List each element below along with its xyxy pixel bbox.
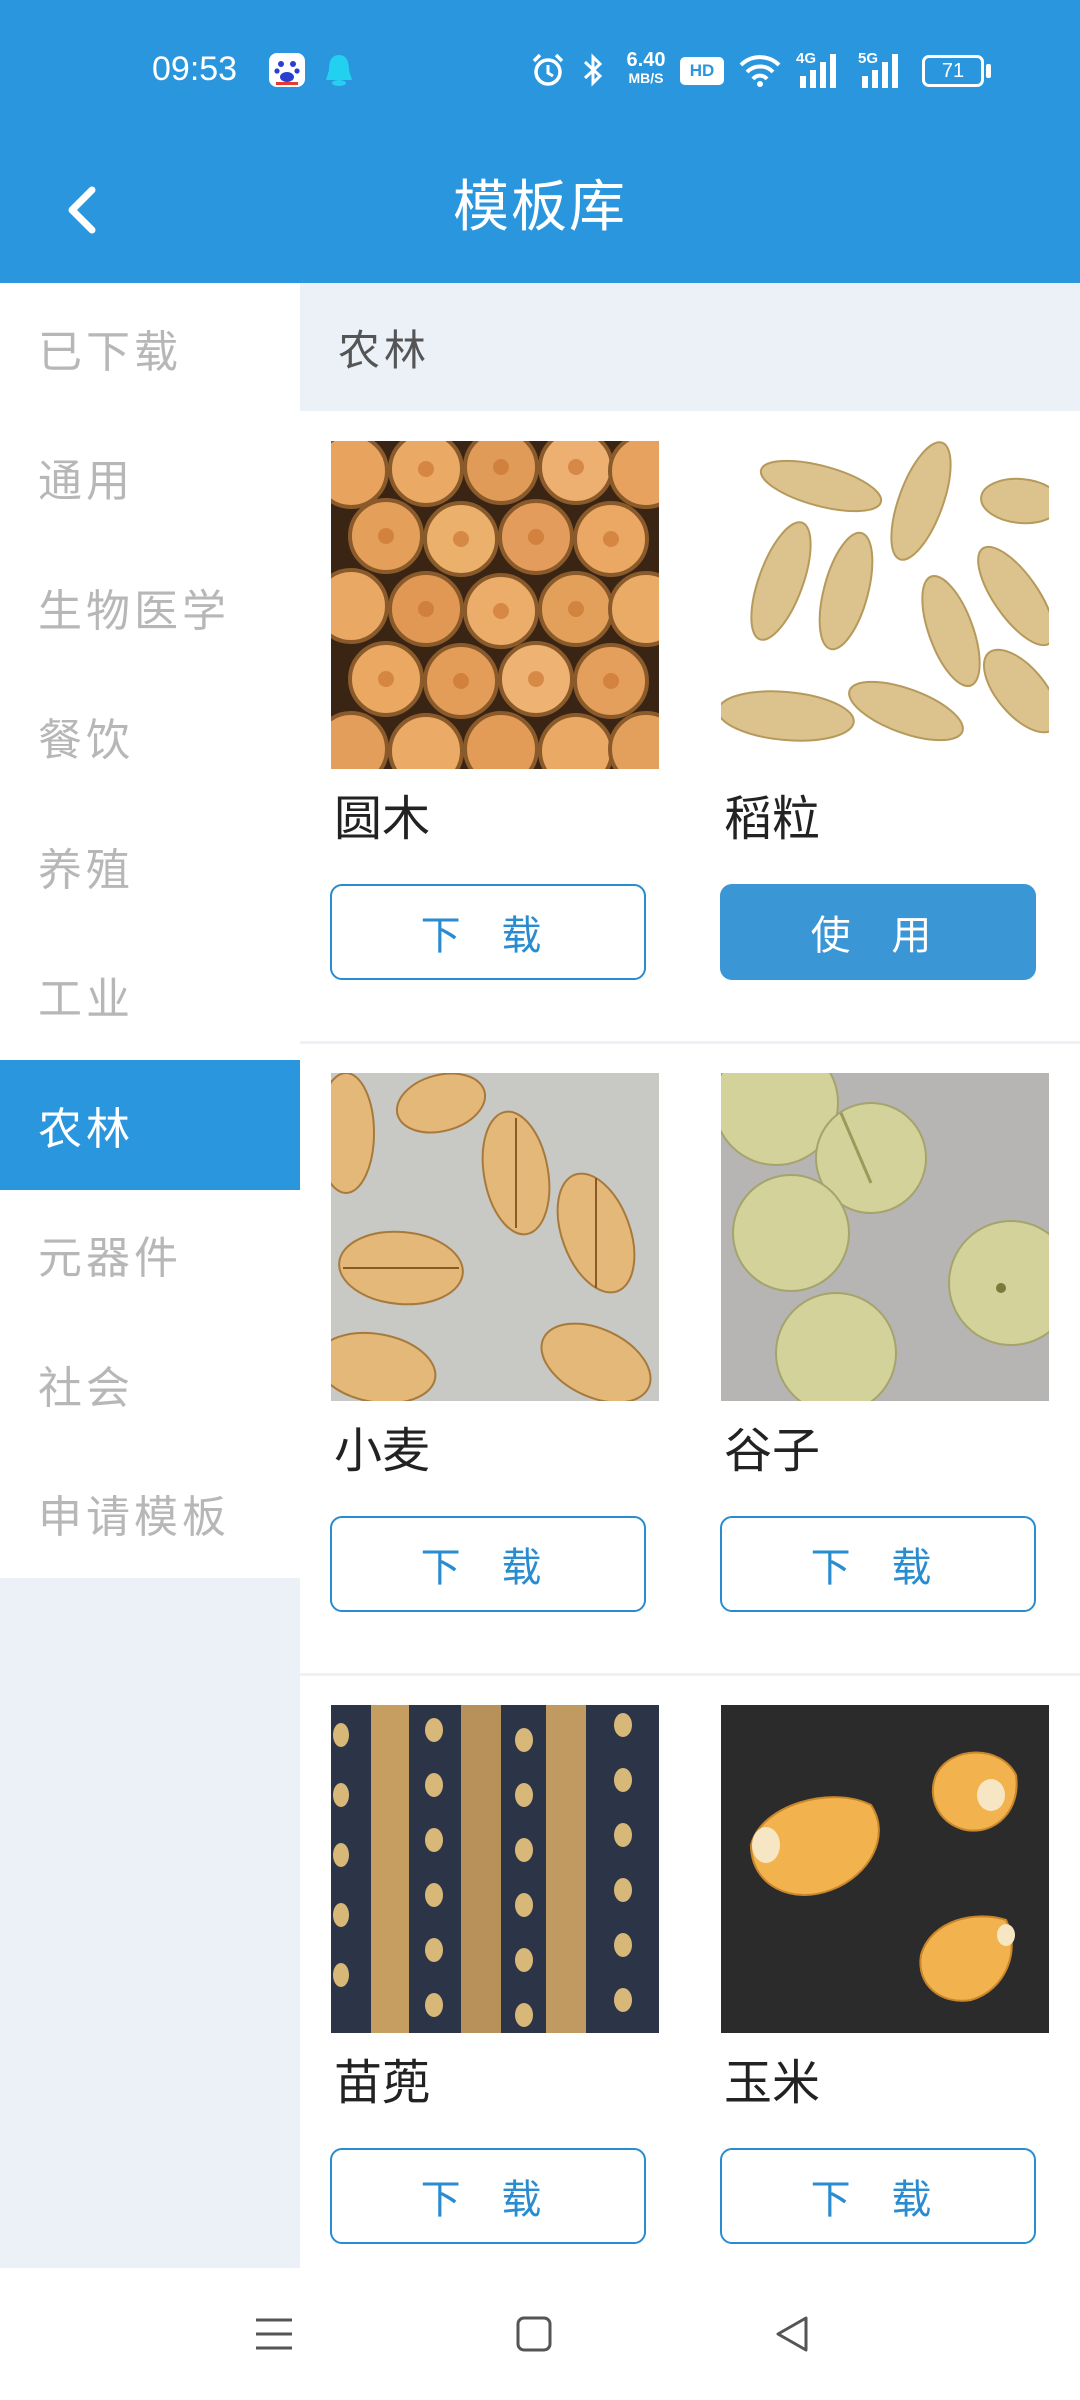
section-title: 农林 (300, 283, 1080, 411)
sidebar-item-label: 申请模板 (38, 1492, 230, 1544)
baidu-app-icon (269, 53, 305, 87)
net1-label: 4G (796, 50, 817, 67)
title-bar: 模板库 (0, 140, 1080, 283)
row-divider (300, 1673, 1080, 1676)
sidebar-item-label: 工业 (38, 974, 134, 1026)
battery-level: 71 (941, 60, 965, 82)
sidebar-item-label: 生物医学 (38, 585, 230, 637)
net2-label: 5G (858, 50, 879, 67)
template-image-rice[interactable] (721, 441, 1049, 769)
logs-photo (331, 441, 659, 769)
sidebar-item-label: 已下载 (38, 326, 182, 378)
template-row: 小麦 下 载 谷子 下 载 (300, 1073, 1080, 1633)
signal-5g-icon: 5G (858, 50, 908, 90)
template-title: 小麦 (334, 1423, 431, 1479)
status-time: 09:53 (152, 50, 238, 88)
system-nav-bar (0, 2268, 1080, 2400)
bluetooth-icon (583, 53, 603, 87)
category-list: 已下载 通用 生物医学 餐饮 养殖 工业 农林 元器件 社会 申请模板 (0, 283, 300, 1578)
template-title: 稻粒 (724, 791, 821, 847)
home-square-icon[interactable] (512, 2312, 556, 2356)
sidebar-item-industry[interactable]: 工业 (0, 931, 300, 1061)
category-sidebar: 已下载 通用 生物医学 餐饮 养殖 工业 农林 元器件 社会 申请模板 (0, 283, 300, 2268)
sidebar-item-label: 农林 (38, 1103, 134, 1155)
sidebar-item-request-template[interactable]: 申请模板 (0, 1449, 300, 1579)
signal-4g-icon: 4G (796, 50, 846, 90)
sidebar-item-label: 餐饮 (38, 715, 134, 767)
template-image-millet[interactable] (721, 1073, 1049, 1401)
sidebar-item-label: 通用 (38, 456, 134, 508)
template-row: 苗蔸 下 载 玉米 下 载 (300, 1705, 1080, 2265)
app-header: 09:53 6.40 MB/S HD 4G 5G 71 模板库 (0, 0, 1080, 283)
template-title: 玉米 (724, 2055, 821, 2111)
corn-photo (721, 1705, 1049, 2033)
download-button[interactable]: 下 载 (330, 884, 646, 980)
sidebar-item-components[interactable]: 元器件 (0, 1190, 300, 1320)
template-image-seedling[interactable] (331, 1705, 659, 2033)
status-bar: 09:53 6.40 MB/S HD 4G 5G 71 (0, 0, 1080, 140)
template-title: 苗蔸 (334, 2055, 431, 2111)
alarm-icon (532, 53, 564, 86)
hd-label: HD (689, 61, 715, 80)
speed-unit: MB/S (628, 70, 664, 86)
sidebar-item-label: 养殖 (38, 844, 134, 896)
battery-tip (986, 64, 991, 78)
use-button[interactable]: 使 用 (720, 884, 1036, 980)
template-title: 谷子 (724, 1423, 821, 1479)
sidebar-item-breeding[interactable]: 养殖 (0, 801, 300, 931)
template-image-corn[interactable] (721, 1705, 1049, 2033)
speed-value: 6.40 (626, 49, 666, 71)
download-button[interactable]: 下 载 (720, 2148, 1036, 2244)
template-image-logs[interactable] (331, 441, 659, 769)
download-button[interactable]: 下 载 (330, 1516, 646, 1612)
template-content: 农林 圆木 下 载 稻粒 使 用 小麦 下 载 谷子 下 载 苗蔸 下 载 玉米… (300, 283, 1080, 2268)
menu-icon[interactable] (252, 2312, 296, 2356)
qq-bell-icon (326, 55, 352, 86)
sidebar-item-label: 社会 (38, 1362, 134, 1414)
battery-icon: 71 (922, 55, 984, 87)
network-speed: 6.40 MB/S (618, 50, 674, 90)
wifi-icon (739, 55, 781, 87)
sidebar-item-label: 元器件 (38, 1233, 182, 1285)
download-button[interactable]: 下 载 (720, 1516, 1036, 1612)
template-title: 圆木 (334, 791, 431, 847)
seedling-photo (331, 1705, 659, 2033)
rice-photo (721, 441, 1049, 769)
sidebar-item-downloaded[interactable]: 已下载 (0, 283, 300, 413)
wheat-photo (331, 1073, 659, 1401)
template-row: 圆木 下 载 稻粒 使 用 (300, 441, 1080, 1001)
sidebar-item-catering[interactable]: 餐饮 (0, 672, 300, 802)
sidebar-item-agriculture-forestry[interactable]: 农林 (0, 1060, 300, 1190)
sidebar-item-general[interactable]: 通用 (0, 413, 300, 543)
template-image-wheat[interactable] (331, 1073, 659, 1401)
back-triangle-icon[interactable] (770, 2312, 814, 2356)
row-divider (300, 1041, 1080, 1044)
sidebar-item-society[interactable]: 社会 (0, 1319, 300, 1449)
page-title: 模板库 (453, 175, 627, 240)
hd-icon: HD (680, 57, 724, 85)
download-button[interactable]: 下 载 (330, 2148, 646, 2244)
sidebar-item-biomedical[interactable]: 生物医学 (0, 542, 300, 672)
millet-photo (721, 1073, 1049, 1401)
